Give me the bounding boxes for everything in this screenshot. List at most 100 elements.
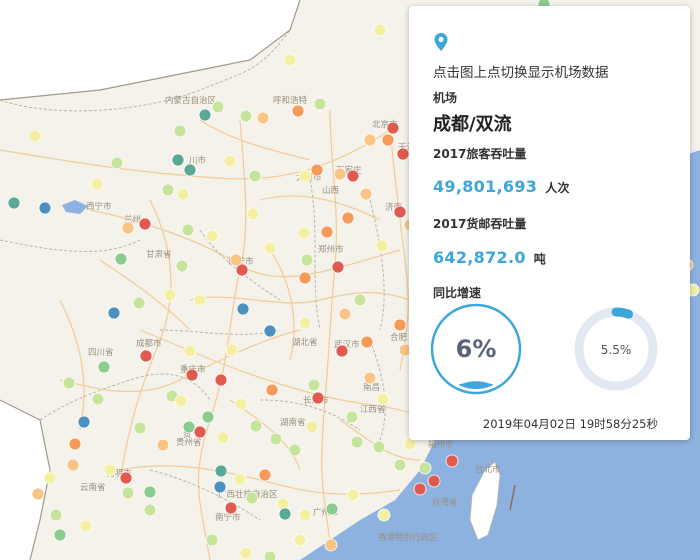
airport-marker[interactable] — [31, 487, 45, 501]
airport-marker[interactable] — [62, 376, 76, 390]
airport-marker[interactable] — [298, 271, 312, 285]
airport-marker[interactable] — [353, 293, 367, 307]
airport-marker[interactable] — [418, 461, 432, 475]
airport-marker[interactable] — [239, 109, 253, 123]
airport-marker[interactable] — [121, 221, 135, 235]
airport-marker[interactable] — [176, 187, 190, 201]
airport-marker[interactable] — [310, 163, 324, 177]
airport-marker[interactable] — [193, 293, 207, 307]
airport-marker[interactable] — [233, 472, 247, 486]
airport-marker[interactable] — [413, 482, 427, 496]
airport-marker[interactable] — [386, 121, 400, 135]
airport-marker[interactable] — [229, 253, 243, 267]
airport-marker[interactable] — [256, 111, 270, 125]
airport-marker[interactable] — [133, 421, 147, 435]
airport-marker[interactable] — [175, 259, 189, 273]
airport-marker[interactable] — [278, 507, 292, 521]
airport-marker[interactable] — [307, 378, 321, 392]
airport-marker[interactable] — [346, 169, 360, 183]
airport-marker[interactable] — [119, 471, 133, 485]
airport-marker[interactable] — [311, 391, 325, 405]
airport-marker[interactable] — [363, 371, 377, 385]
airport-marker[interactable] — [163, 288, 177, 302]
airport-marker[interactable] — [297, 226, 311, 240]
airport-marker[interactable] — [346, 488, 360, 502]
airport-marker[interactable] — [156, 438, 170, 452]
airport-marker[interactable] — [263, 550, 277, 560]
airport-marker[interactable] — [183, 163, 197, 177]
airport-marker[interactable] — [224, 501, 238, 515]
airport-marker[interactable] — [313, 97, 327, 111]
airport-marker[interactable] — [138, 217, 152, 231]
airport-marker[interactable] — [66, 458, 80, 472]
airport-marker[interactable] — [121, 486, 135, 500]
airport-marker[interactable] — [239, 546, 253, 560]
airport-marker[interactable] — [201, 410, 215, 424]
airport-marker[interactable] — [360, 335, 374, 349]
airport-marker[interactable] — [236, 302, 250, 316]
airport-marker[interactable] — [298, 316, 312, 330]
airport-marker[interactable] — [427, 474, 441, 488]
airport-marker[interactable] — [300, 253, 314, 267]
airport-marker[interactable] — [320, 225, 334, 239]
airport-marker[interactable] — [161, 183, 175, 197]
airport-marker[interactable] — [335, 344, 349, 358]
airport-marker[interactable] — [298, 169, 312, 183]
airport-marker[interactable] — [381, 133, 395, 147]
airport-marker[interactable] — [225, 343, 239, 357]
airport-marker[interactable] — [43, 471, 57, 485]
airport-marker[interactable] — [375, 239, 389, 253]
airport-marker[interactable] — [350, 435, 364, 449]
airport-marker[interactable] — [393, 205, 407, 219]
airport-marker[interactable] — [213, 480, 227, 494]
airport-marker[interactable] — [372, 440, 386, 454]
airport-marker[interactable] — [269, 432, 283, 446]
airport-marker[interactable] — [258, 468, 272, 482]
airport-marker[interactable] — [49, 508, 63, 522]
airport-marker[interactable] — [445, 454, 459, 468]
airport-marker[interactable] — [174, 394, 188, 408]
airport-marker[interactable] — [77, 415, 91, 429]
airport-marker[interactable] — [211, 100, 225, 114]
airport-marker[interactable] — [377, 508, 391, 522]
airport-marker[interactable] — [103, 463, 117, 477]
airport-marker[interactable] — [393, 458, 407, 472]
airport-marker[interactable] — [283, 53, 297, 67]
airport-marker[interactable] — [53, 528, 67, 542]
airport-marker[interactable] — [143, 485, 157, 499]
airport-marker[interactable] — [325, 502, 339, 516]
airport-marker[interactable] — [263, 241, 277, 255]
airport-marker[interactable] — [359, 187, 373, 201]
airport-marker[interactable] — [79, 519, 93, 533]
airport-marker[interactable] — [90, 177, 104, 191]
airport-marker[interactable] — [293, 533, 307, 547]
airport-marker[interactable] — [265, 383, 279, 397]
airport-marker[interactable] — [393, 318, 407, 332]
airport-marker[interactable] — [305, 420, 319, 434]
airport-marker[interactable] — [181, 223, 195, 237]
airport-marker[interactable] — [373, 23, 387, 37]
airport-marker[interactable] — [38, 201, 52, 215]
airport-marker[interactable] — [298, 508, 312, 522]
airport-marker[interactable] — [263, 324, 277, 338]
airport-marker[interactable] — [341, 211, 355, 225]
airport-marker[interactable] — [245, 491, 259, 505]
airport-marker[interactable] — [7, 196, 21, 210]
airport-marker[interactable] — [324, 538, 338, 552]
airport-marker[interactable] — [331, 260, 345, 274]
airport-marker[interactable] — [110, 156, 124, 170]
airport-marker[interactable] — [173, 124, 187, 138]
airport-marker[interactable] — [333, 167, 347, 181]
airport-marker[interactable] — [223, 154, 237, 168]
airport-marker[interactable] — [171, 153, 185, 167]
airport-marker[interactable] — [376, 392, 390, 406]
airport-marker[interactable] — [28, 129, 42, 143]
airport-marker[interactable] — [345, 410, 359, 424]
airport-marker[interactable] — [107, 306, 121, 320]
airport-marker[interactable] — [205, 229, 219, 243]
airport-marker[interactable] — [91, 392, 105, 406]
airport-marker[interactable] — [248, 169, 262, 183]
airport-marker[interactable] — [396, 147, 410, 161]
airport-marker[interactable] — [193, 425, 207, 439]
airport-marker[interactable] — [216, 431, 230, 445]
